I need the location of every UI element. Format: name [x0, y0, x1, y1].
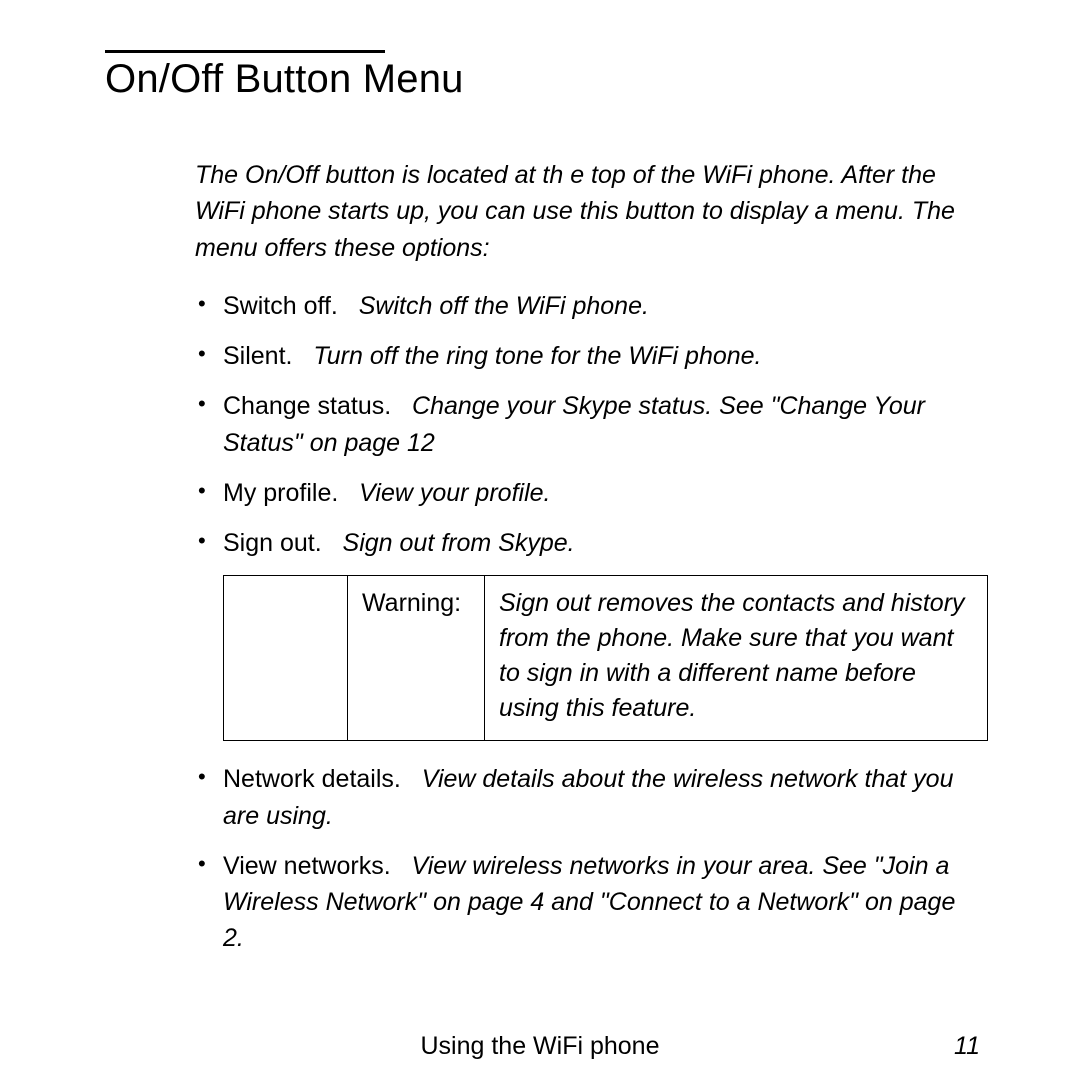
option-description: View your profile. — [359, 479, 550, 507]
option-label: Sign out. — [223, 529, 322, 557]
option-label: My profile. — [223, 479, 338, 507]
footer-center-text: Using the WiFi phone — [0, 1032, 1080, 1061]
options-list-1: Switch off. Switch off the WiFi phone. S… — [105, 288, 980, 562]
option-label: Network details. — [223, 765, 401, 793]
option-description: Turn off the ring tone for the WiFi phon… — [313, 342, 761, 370]
page-number: 11 — [954, 1032, 980, 1061]
list-item: Change status. Change your Skype status.… — [195, 388, 980, 461]
option-label: View networks. — [223, 852, 391, 880]
options-list-2: Network details. View details about the … — [105, 761, 980, 956]
list-item: My profile. View your profile. — [195, 475, 980, 511]
list-item: View networks. View wireless networks in… — [195, 848, 980, 957]
document-page: On/Off Button Menu The On/Off button is … — [0, 0, 1080, 1080]
option-description: Sign out from Skype. — [343, 529, 575, 557]
list-item: Switch off. Switch off the WiFi phone. — [195, 288, 980, 324]
list-item: Network details. View details about the … — [195, 761, 980, 834]
option-label: Silent. — [223, 342, 292, 370]
warning-box: Warning: Sign out removes the contacts a… — [223, 575, 980, 741]
warning-table: Warning: Sign out removes the contacts a… — [223, 575, 988, 741]
list-item: Sign out. Sign out from Skype. — [195, 525, 980, 561]
option-label: Switch off. — [223, 292, 338, 320]
warning-label: Warning: — [348, 576, 485, 741]
warning-blank-cell — [224, 576, 348, 741]
warning-text: Sign out removes the contacts and histor… — [485, 576, 988, 741]
option-description: Switch off the WiFi phone. — [359, 292, 649, 320]
section-title: On/Off Button Menu — [105, 57, 980, 102]
option-label: Change status. — [223, 392, 391, 420]
list-item: Silent. Turn off the ring tone for the W… — [195, 338, 980, 374]
intro-paragraph: The On/Off button is located at th e top… — [105, 157, 980, 266]
title-rule — [105, 50, 385, 53]
